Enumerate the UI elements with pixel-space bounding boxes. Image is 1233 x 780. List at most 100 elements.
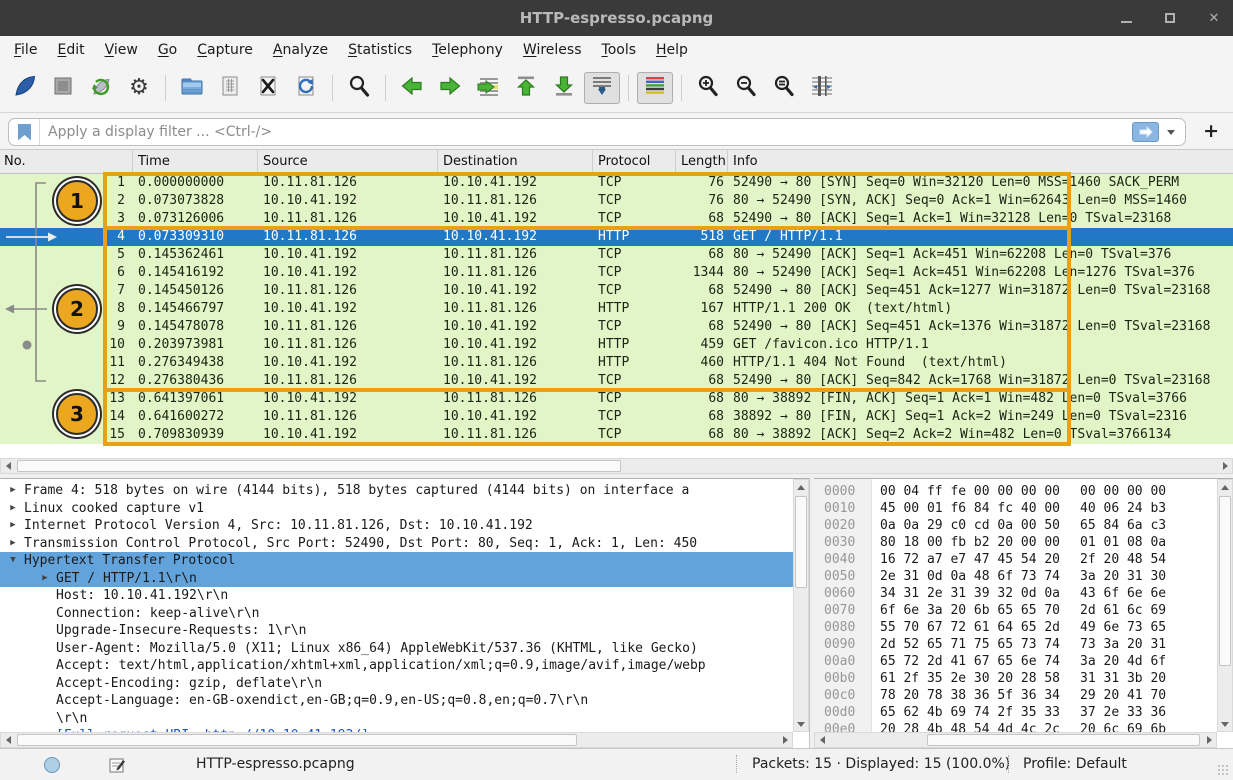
- hex-row[interactable]: 006034 31 2e 31 39 32 0d 0a43 6f 6e 6e: [814, 585, 1217, 602]
- go-to-packet-button[interactable]: [470, 72, 506, 104]
- close-button[interactable]: ✕: [1203, 7, 1225, 29]
- expand-collapsed-icon[interactable]: ▶: [40, 570, 50, 588]
- menu-statistics[interactable]: Statistics: [338, 39, 422, 61]
- detail-line[interactable]: ▶Transmission Control Protocol, Src Port…: [0, 535, 793, 553]
- scroll-left-icon[interactable]: [1, 733, 15, 747]
- scrollbar-thumb[interactable]: [17, 734, 577, 746]
- packet-row-3[interactable]: 30.07312600610.11.81.12610.10.41.192TCP6…: [0, 210, 1233, 228]
- detail-line[interactable]: \r\n: [0, 710, 793, 728]
- column-length[interactable]: Length: [676, 150, 728, 174]
- reload-file-button[interactable]: [288, 72, 324, 104]
- scroll-right-icon[interactable]: [778, 733, 792, 747]
- menu-capture[interactable]: Capture: [187, 39, 263, 61]
- hex-row[interactable]: 00902d 52 65 71 75 65 73 7473 3a 20 31: [814, 636, 1217, 653]
- scrollbar-thumb[interactable]: [927, 734, 1200, 746]
- go-first-packet-button[interactable]: [508, 72, 544, 104]
- expand-collapsed-icon[interactable]: ▶: [8, 482, 18, 500]
- detail-line-get-request[interactable]: ▶GET / HTTP/1.1\r\n: [0, 570, 793, 588]
- resize-columns-button[interactable]: [804, 72, 840, 104]
- expand-collapsed-icon[interactable]: ▶: [8, 517, 18, 535]
- detail-line[interactable]: ▶Linux cooked capture v1: [0, 500, 793, 518]
- column-protocol[interactable]: Protocol: [593, 150, 676, 174]
- hex-row[interactable]: 00b061 2f 35 2e 30 20 28 5831 31 3b 20: [814, 670, 1217, 687]
- packet-row-15[interactable]: 150.70983093910.10.41.19210.11.81.126TCP…: [0, 426, 1233, 444]
- menu-go[interactable]: Go: [148, 39, 187, 61]
- scroll-up-icon[interactable]: [794, 480, 808, 494]
- hex-row[interactable]: 008055 70 67 72 61 64 65 2d49 6e 73 65: [814, 619, 1217, 636]
- packet-row-9[interactable]: 90.14547807810.11.81.12610.10.41.192TCP6…: [0, 318, 1233, 336]
- hex-row[interactable]: 004016 72 a7 e7 47 45 54 202f 20 48 54: [814, 551, 1217, 568]
- detail-line[interactable]: User-Agent: Mozilla/5.0 (X11; Linux x86_…: [0, 640, 793, 658]
- scrollbar-thumb[interactable]: [795, 496, 807, 588]
- menu-edit[interactable]: Edit: [47, 39, 94, 61]
- status-filename[interactable]: HTTP-espresso.pcapng: [196, 756, 355, 772]
- menu-tools[interactable]: Tools: [592, 39, 647, 61]
- packet-row-1[interactable]: 10.00000000010.11.81.12610.10.41.192TCP7…: [0, 174, 1233, 192]
- packet-row-13[interactable]: 130.64139706110.10.41.19210.11.81.126TCP…: [0, 390, 1233, 408]
- packet-row-11[interactable]: 110.27634943810.10.41.19210.11.81.126HTT…: [0, 354, 1233, 372]
- detail-line[interactable]: ▶Frame 4: 518 bytes on wire (4144 bits),…: [0, 482, 793, 500]
- menu-help[interactable]: Help: [646, 39, 698, 61]
- close-file-button[interactable]: [250, 72, 286, 104]
- hex-row[interactable]: 00e020 28 4b 48 54 4d 4c 2c20 6c 69 6b: [814, 721, 1217, 732]
- restart-capture-button[interactable]: [83, 72, 119, 104]
- packet-row-2[interactable]: 20.07307382810.10.41.19210.11.81.126TCP7…: [0, 192, 1233, 210]
- details-vscrollbar[interactable]: [793, 479, 809, 732]
- details-hscrollbar[interactable]: [0, 732, 793, 748]
- scroll-up-icon[interactable]: [1218, 480, 1232, 494]
- zoom-reset-button[interactable]: [766, 72, 802, 104]
- expert-info-icon[interactable]: [44, 757, 60, 773]
- scrollbar-thumb[interactable]: [1219, 496, 1231, 666]
- capture-options-button[interactable]: ⚙: [121, 72, 157, 104]
- filter-bookmark-icon[interactable]: [18, 124, 31, 141]
- colorize-packets-button[interactable]: [637, 72, 673, 104]
- packet-list-hscrollbar[interactable]: [0, 458, 1233, 474]
- open-file-button[interactable]: [174, 72, 210, 104]
- packet-row-10[interactable]: 100.20397398110.11.81.12610.10.41.192HTT…: [0, 336, 1233, 354]
- save-file-button[interactable]: [212, 72, 248, 104]
- packet-row-7[interactable]: 70.14545012610.11.81.12610.10.41.192TCP6…: [0, 282, 1233, 300]
- stop-capture-button[interactable]: [45, 72, 81, 104]
- expand-collapsed-icon[interactable]: ▶: [8, 535, 18, 553]
- detail-line[interactable]: Accept: text/html,application/xhtml+xml,…: [0, 657, 793, 675]
- menu-view[interactable]: View: [95, 39, 148, 61]
- column-info[interactable]: Info: [728, 150, 1233, 174]
- packet-row-6[interactable]: 60.14541619210.10.41.19210.11.81.126TCP1…: [0, 264, 1233, 282]
- detail-line[interactable]: Host: 10.10.41.192\r\n: [0, 587, 793, 605]
- packet-row-8[interactable]: 80.14546679710.10.41.19210.11.81.126HTTP…: [0, 300, 1233, 318]
- packet-row-4-selected[interactable]: 40.07330931010.11.81.12610.10.41.192HTTP…: [0, 228, 1233, 246]
- zoom-out-button[interactable]: [728, 72, 764, 104]
- expand-collapsed-icon[interactable]: ▶: [8, 500, 18, 518]
- hex-hscrollbar[interactable]: [814, 732, 1217, 748]
- go-back-button[interactable]: [394, 72, 430, 104]
- column-destination[interactable]: Destination: [438, 150, 593, 174]
- filter-dropdown-caret[interactable]: [1167, 130, 1175, 135]
- hex-row[interactable]: 003080 18 00 fb b2 20 00 0001 01 08 0a: [814, 534, 1217, 551]
- maximize-button[interactable]: [1159, 7, 1181, 29]
- display-filter-input[interactable]: Apply a display filter ... <Ctrl-/>: [8, 118, 1186, 146]
- hex-row[interactable]: 00706f 6e 3a 20 6b 65 65 702d 61 6c 69: [814, 602, 1217, 619]
- packet-row-12[interactable]: 120.27638043610.11.81.12610.10.41.192TCP…: [0, 372, 1233, 390]
- capture-comment-icon[interactable]: [108, 756, 126, 778]
- scrollbar-thumb[interactable]: [17, 460, 621, 472]
- start-capture-button[interactable]: [7, 72, 43, 104]
- hex-row[interactable]: 00c078 20 78 38 36 5f 36 3429 20 41 70: [814, 687, 1217, 704]
- menu-telephony[interactable]: Telephony: [422, 39, 513, 61]
- hex-row[interactable]: 00200a 0a 29 c0 cd 0a 00 5065 84 6a c3: [814, 517, 1217, 534]
- menu-analyze[interactable]: Analyze: [263, 39, 338, 61]
- packet-row-14[interactable]: 140.64160027210.11.81.12610.10.41.192TCP…: [0, 408, 1233, 426]
- minimize-button[interactable]: [1115, 7, 1137, 29]
- packet-row-5[interactable]: 50.14536246110.10.41.19210.11.81.126TCP6…: [0, 246, 1233, 264]
- find-packet-button[interactable]: [341, 72, 377, 104]
- detail-line[interactable]: Upgrade-Insecure-Requests: 1\r\n: [0, 622, 793, 640]
- hex-row[interactable]: 001045 00 01 f6 84 fc 40 0040 06 24 b3: [814, 500, 1217, 517]
- resize-grip[interactable]: [1217, 764, 1229, 776]
- detail-line-http-selected[interactable]: ▼Hypertext Transfer Protocol: [0, 552, 793, 570]
- go-last-packet-button[interactable]: [546, 72, 582, 104]
- column-time[interactable]: Time: [133, 150, 258, 174]
- hex-row[interactable]: 00502e 31 0d 0a 48 6f 73 743a 20 31 30: [814, 568, 1217, 585]
- detail-line[interactable]: ▶Internet Protocol Version 4, Src: 10.11…: [0, 517, 793, 535]
- scroll-right-icon[interactable]: [1218, 459, 1232, 473]
- add-filter-button-plus[interactable]: +: [1203, 120, 1219, 142]
- hex-row[interactable]: 000000 04 ff fe 00 00 00 0000 00 00 00: [814, 483, 1217, 500]
